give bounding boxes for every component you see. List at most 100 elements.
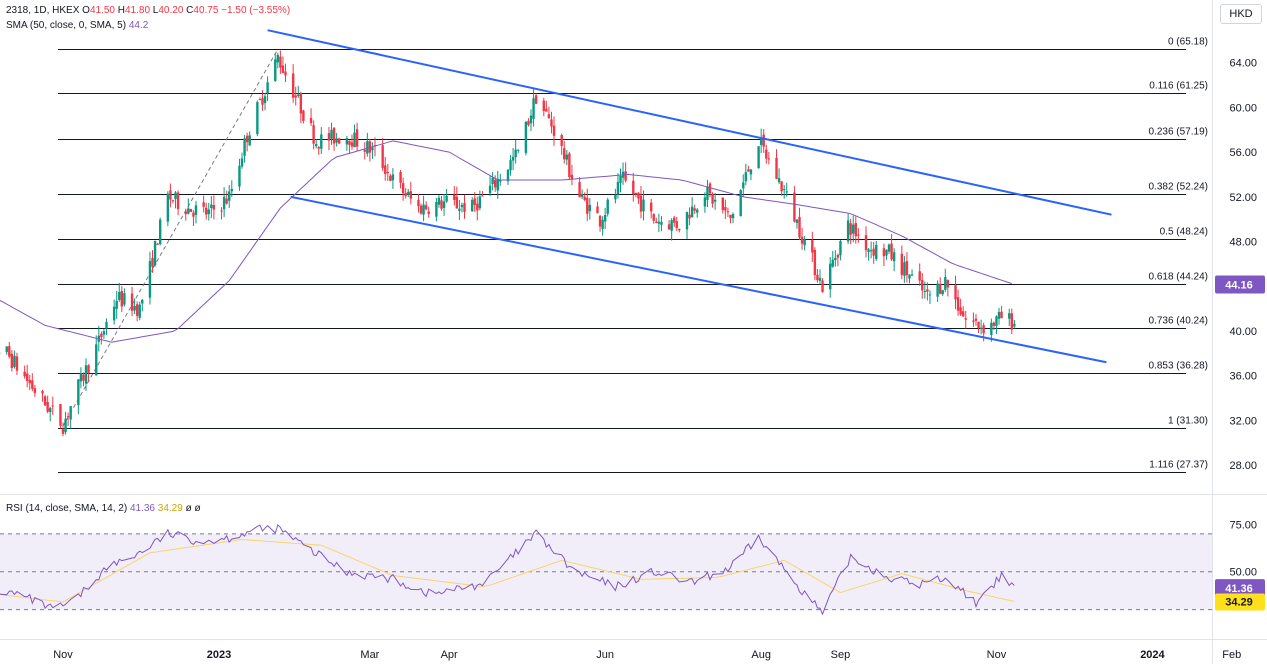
candle-body	[524, 122, 528, 153]
candle-body	[875, 245, 878, 260]
currency-button[interactable]: HKD	[1220, 4, 1262, 24]
candle-body	[974, 318, 978, 321]
time-tick-label: Nov	[53, 649, 73, 661]
high-label: H	[117, 5, 125, 16]
candle-body	[545, 108, 548, 112]
rsi-band	[0, 533, 1212, 610]
fib-level-label: 0.853 (36.28)	[1149, 361, 1209, 372]
candle-body	[690, 206, 694, 218]
candle-body	[266, 82, 269, 94]
candle-body	[445, 195, 448, 202]
rsi-pane: 75.00 50.00 41.3634.29	[0, 519, 1265, 616]
candle-body	[972, 320, 975, 322]
candle-body	[657, 221, 661, 224]
candle-body	[10, 353, 14, 369]
candle-body	[84, 365, 88, 384]
candle-body	[550, 119, 553, 127]
candle-body	[729, 214, 732, 219]
candle-body	[596, 206, 599, 214]
candle-body	[100, 333, 103, 338]
candle-body	[990, 322, 993, 335]
symbol-legend: 2318, 1D, HKEX O41.50 H41.80 L40.20 C40.…	[6, 5, 290, 16]
candle-body	[274, 59, 277, 81]
candle-body	[384, 165, 387, 175]
candle-body	[105, 321, 108, 329]
rsi-extra: ø ø	[185, 503, 201, 514]
candle-body	[803, 239, 806, 246]
candle-body	[153, 240, 157, 266]
candle-body	[1010, 313, 1013, 330]
candle-body	[350, 142, 354, 147]
candle-body	[867, 249, 870, 253]
candle-body	[678, 228, 681, 231]
fib-retracement: 0 (65.18) 0.116 (61.25) 0.236 (57.19) 0.382…	[58, 37, 1208, 473]
chart-canvas[interactable]: 68.0064.0060.0056.0052.0048.0044.0040.00…	[0, 0, 1267, 664]
fib-level-label: 0.736 (40.24)	[1149, 316, 1209, 327]
candle-body	[836, 254, 840, 258]
price-axis: 68.0064.0060.0056.0052.0048.0044.0040.00…	[1229, 13, 1257, 472]
candle-body	[603, 215, 607, 222]
candle-body	[775, 157, 778, 179]
candle-body	[908, 274, 911, 279]
candle-body	[363, 149, 366, 152]
candle-body	[453, 194, 456, 200]
candle-body	[261, 98, 264, 105]
candle-body	[685, 211, 689, 230]
candle-body	[115, 300, 118, 309]
fib-level-label: 0.5 (48.24)	[1160, 227, 1208, 238]
candle-body	[389, 175, 392, 181]
price-tick-label: 36.00	[1229, 371, 1257, 383]
candle-body	[872, 248, 875, 256]
time-tick-label: Apr	[441, 649, 458, 661]
candle-body	[291, 73, 295, 98]
candle-body	[335, 138, 338, 143]
candle-body	[941, 290, 944, 295]
candle-body	[207, 209, 210, 215]
candle-body	[130, 293, 134, 311]
candle-body	[900, 253, 904, 275]
candle-body	[568, 153, 571, 178]
candle-body	[133, 306, 136, 311]
candle-body	[25, 373, 29, 381]
candle-body	[437, 197, 441, 205]
candle-body	[936, 283, 939, 297]
candle-body	[910, 274, 914, 276]
candle-body	[330, 129, 333, 139]
change-value: −1.50 (−3.55%)	[221, 5, 291, 16]
candle-body	[961, 311, 965, 317]
candle-body	[869, 250, 873, 252]
candle-body	[123, 293, 126, 305]
candle-body	[314, 144, 318, 147]
candle-body	[151, 257, 154, 267]
candle-body	[742, 182, 745, 189]
candle-body	[527, 120, 530, 126]
candle-body	[724, 207, 727, 211]
candle-body	[82, 374, 85, 381]
open-value: 41.50	[89, 5, 115, 16]
candle-body	[818, 277, 822, 281]
candle-body	[202, 202, 205, 207]
candle-body	[565, 154, 569, 160]
high-value: 41.80	[124, 5, 151, 16]
candle-body	[864, 235, 868, 251]
candle-body	[997, 311, 1001, 319]
rsi-tick-label: 75.00	[1229, 519, 1257, 531]
candle-body	[703, 197, 707, 207]
candle-body	[455, 196, 459, 209]
candle-body	[118, 292, 121, 300]
candle-body	[642, 199, 645, 212]
time-tick-label: Nov	[987, 649, 1007, 661]
fib-level-label: 0 (65.18)	[1168, 37, 1208, 48]
candle-body	[852, 224, 855, 234]
candle-body	[762, 134, 765, 147]
candle-body	[586, 197, 589, 214]
candle-body	[366, 141, 369, 154]
candle-body	[238, 165, 241, 187]
candle-body	[563, 148, 566, 160]
candle-body	[174, 192, 177, 200]
candle-body	[187, 208, 190, 214]
candle-body	[279, 56, 282, 68]
price-tick-label: 56.00	[1229, 147, 1257, 159]
candle-body	[481, 195, 484, 197]
candle-body	[816, 274, 819, 281]
